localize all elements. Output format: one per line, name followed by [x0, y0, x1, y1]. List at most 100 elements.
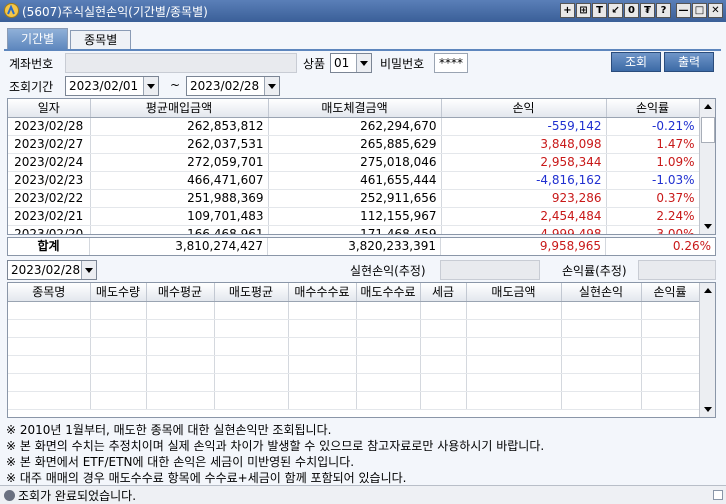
col-sell[interactable]: 매도체결금액: [268, 99, 442, 118]
app-icon: [4, 3, 19, 18]
notes: ※ 2010년 1월부터, 매도한 종목에 대한 실현손익만 조회됩니다. ※ …: [6, 422, 544, 486]
col-pnl[interactable]: 손익: [441, 99, 607, 118]
date-from-value: 2023/02/01: [69, 79, 139, 93]
scroll-down-icon[interactable]: [700, 218, 715, 234]
date-to-value: 2023/02/28: [190, 79, 260, 93]
scroll-up-icon[interactable]: [700, 99, 715, 115]
row-date: 2023/02/24: [8, 153, 91, 172]
stock-detail-grid: 종목명 매도수량 매수평균 매도평균 매수수수료 매도수수료 세금 매도금액 실…: [7, 282, 716, 418]
empty-cell: [641, 373, 700, 392]
col-sell-avg[interactable]: 매도평균: [214, 283, 289, 302]
date-to-picker[interactable]: 2023/02/28: [186, 76, 280, 96]
row-rate: -1.03%: [606, 171, 700, 190]
product-select[interactable]: 01: [330, 53, 372, 73]
empty-cell: [561, 319, 642, 338]
empty-cell: [8, 355, 91, 374]
empty-cell: [420, 337, 467, 356]
add-icon[interactable]: +: [560, 3, 575, 18]
empty-cell: [561, 373, 642, 392]
chevron-down-icon[interactable]: [81, 261, 96, 279]
chevron-down-icon[interactable]: [143, 77, 158, 95]
close-icon[interactable]: ✕: [708, 3, 723, 18]
row-date: 2023/02/21: [8, 207, 91, 226]
col-buy-fee[interactable]: 매수수수료: [288, 283, 357, 302]
row-pnl: 2,958,344: [441, 153, 607, 172]
col-realized-pnl[interactable]: 실현손익: [561, 283, 642, 302]
empty-cell: [8, 301, 91, 320]
empty-cell: [90, 373, 147, 392]
col-date[interactable]: 일자: [8, 99, 91, 118]
row-date: 2023/02/23: [8, 171, 91, 190]
col-avg-buy[interactable]: 평균매입금액: [90, 99, 269, 118]
pin-icon[interactable]: ↙: [608, 3, 623, 18]
daily-scrollbar[interactable]: [699, 99, 715, 234]
empty-cell: [214, 337, 289, 356]
empty-cell: [146, 337, 215, 356]
total-label: 합계: [8, 238, 90, 255]
table-row[interactable]: 2023/02/24 272,059,701 275,018,046 2,958,34…: [8, 153, 700, 172]
detail-scrollbar[interactable]: [699, 283, 715, 417]
row-sell: 112,155,967: [268, 207, 442, 226]
empty-cell: [214, 391, 289, 410]
account-number-field[interactable]: [65, 53, 297, 73]
row-pnl: 2,454,484: [441, 207, 607, 226]
table-row[interactable]: 2023/02/28 262,853,812 262,294,670 -559,142…: [8, 117, 700, 136]
stock-detail-table: 종목명 매도수량 매수평균 매도평균 매수수수료 매도수수료 세금 매도금액 실…: [8, 283, 700, 410]
empty-cell: [288, 373, 357, 392]
table-row[interactable]: 2023/02/21 109,701,483 112,155,967 2,454,48…: [8, 207, 700, 226]
note-line: ※ 2010년 1월부터, 매도한 종목에 대한 실현손익만 조회됩니다.: [6, 423, 332, 437]
chevron-down-icon[interactable]: [264, 77, 279, 95]
row-date: 2023/02/27: [8, 135, 91, 154]
minimize-icon[interactable]: —: [676, 3, 691, 18]
empty-cell: [146, 319, 215, 338]
table-row[interactable]: 2023/02/20 166,468,961 171,468,459 4,999,49…: [8, 225, 700, 234]
status-message: 조회가 완료되었습니다.: [18, 489, 137, 503]
currency-icon[interactable]: ₮: [640, 3, 655, 18]
row-pnl: 3,848,098: [441, 135, 607, 154]
col-sell-fee[interactable]: 매도수수료: [356, 283, 421, 302]
total-row: 합계 3,810,274,427 3,820,233,391 9,958,965…: [7, 237, 716, 256]
row-avg-buy: 262,853,812: [90, 117, 269, 136]
search-button[interactable]: 조회: [611, 52, 661, 72]
empty-cell: [641, 301, 700, 320]
col-detail-rate[interactable]: 손익률: [641, 283, 700, 302]
col-buy-avg[interactable]: 매수평균: [146, 283, 215, 302]
scroll-down-icon[interactable]: [700, 401, 715, 417]
empty-cell: [90, 355, 147, 374]
print-button[interactable]: 출력: [664, 52, 714, 72]
empty-cell: [561, 337, 642, 356]
scroll-thumb[interactable]: [701, 117, 715, 143]
empty-row: [8, 391, 700, 410]
text-icon[interactable]: T: [592, 3, 607, 18]
empty-row: [8, 301, 700, 320]
window-title: (5607)주식실현손익(기간별/종목별): [22, 5, 208, 19]
detail-date-picker[interactable]: 2023/02/28: [7, 260, 97, 280]
row-sell: 275,018,046: [268, 153, 442, 172]
password-field[interactable]: ****: [434, 53, 468, 73]
table-row[interactable]: 2023/02/27 262,037,531 265,885,629 3,848,09…: [8, 135, 700, 154]
account-label: 계좌번호: [9, 57, 54, 71]
chevron-down-icon[interactable]: [356, 54, 371, 72]
row-avg-buy: 251,988,369: [90, 189, 269, 208]
status-bar: 조회가 완료되었습니다.: [0, 485, 726, 504]
maximize-icon[interactable]: □: [692, 3, 707, 18]
empty-cell: [288, 355, 357, 374]
table-row[interactable]: 2023/02/23 466,471,607 461,655,444 -4,816,1…: [8, 171, 700, 190]
col-tax[interactable]: 세금: [420, 283, 467, 302]
col-rate[interactable]: 손익률: [606, 99, 700, 118]
help-icon[interactable]: ?: [656, 3, 671, 18]
zero-icon[interactable]: 0: [624, 3, 639, 18]
product-label: 상품: [303, 57, 326, 71]
tab-period[interactable]: 기간별: [7, 28, 69, 50]
tab-stock[interactable]: 종목별: [70, 30, 132, 50]
scroll-up-icon[interactable]: [700, 283, 715, 299]
date-from-picker[interactable]: 2023/02/01: [65, 76, 159, 96]
row-rate: 1.47%: [606, 135, 700, 154]
col-sell-qty[interactable]: 매도수량: [90, 283, 147, 302]
col-stock-name[interactable]: 종목명: [8, 283, 91, 302]
row-sell: 262,294,670: [268, 117, 442, 136]
table-row[interactable]: 2023/02/22 251,988,369 252,911,656 923,286 0…: [8, 189, 700, 208]
col-sell-amount[interactable]: 매도금액: [466, 283, 562, 302]
link-icon[interactable]: ⊞: [576, 3, 591, 18]
resize-grip-icon[interactable]: [713, 490, 723, 500]
